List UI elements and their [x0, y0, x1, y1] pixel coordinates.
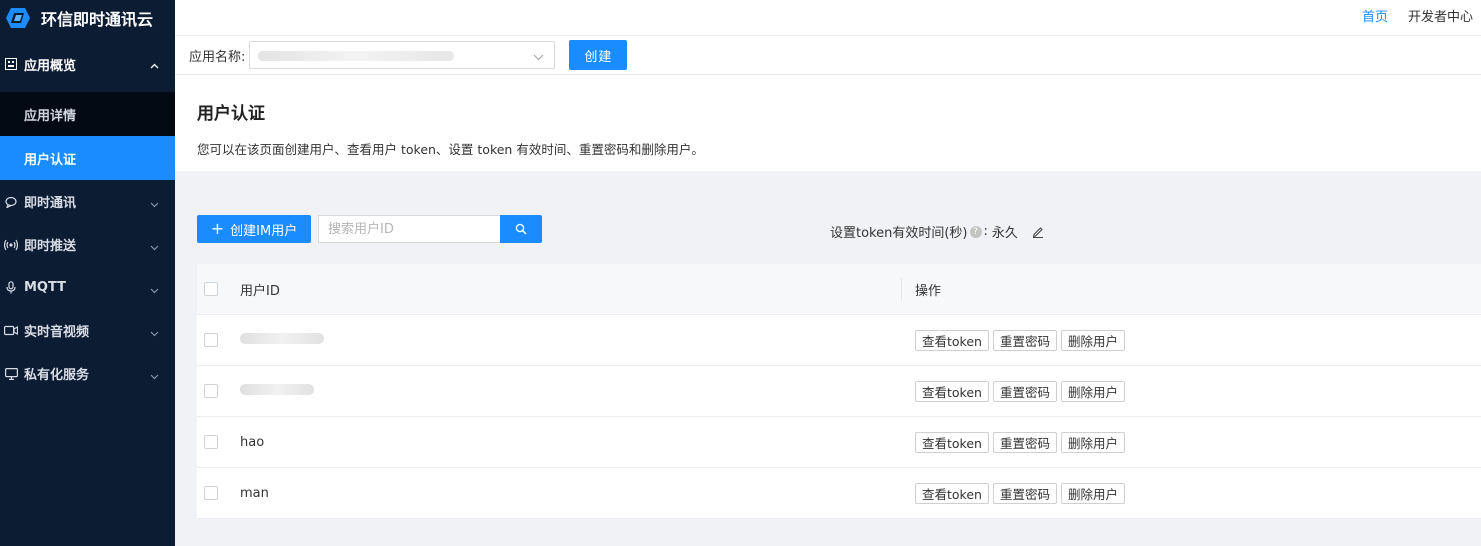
token-expiry-label: 设置token有效时间(秒) — [830, 226, 968, 241]
row-checkbox[interactable] — [204, 486, 218, 500]
plus-icon: + — [210, 219, 225, 238]
search-icon — [515, 223, 527, 235]
view-token-button[interactable]: 查看token — [915, 431, 989, 453]
reset-password-button[interactable]: 重置密码 — [992, 431, 1057, 453]
user-id-cell: man — [240, 485, 269, 501]
select-all-checkbox[interactable] — [204, 282, 218, 296]
video-icon — [4, 324, 18, 338]
brand-name: 环信即时通讯云 — [41, 10, 154, 29]
sidebar-item-label: 即时通讯 — [24, 196, 77, 211]
row-actions: 查看token 重置密码 删除用户 — [915, 329, 1125, 351]
delete-user-button[interactable]: 删除用户 — [1060, 431, 1125, 453]
user-id-cell — [240, 332, 324, 348]
masked-app-name — [258, 51, 455, 61]
broadcast-icon — [4, 238, 18, 252]
sidebar-item-app-details[interactable]: 应用详情 — [0, 92, 175, 136]
table-row: man 查看token 重置密码 删除用户 — [197, 468, 1481, 519]
delete-user-button[interactable]: 删除用户 — [1060, 482, 1125, 504]
user-id-cell: hao — [240, 434, 265, 450]
top-links: 首页 开发者中心 — [1362, 6, 1473, 25]
chat-icon — [4, 195, 18, 209]
table-header: 用户ID 操作 — [197, 264, 1481, 315]
sidebar-item-im[interactable]: 即时通讯 — [0, 180, 175, 223]
create-app-button[interactable]: 创建 — [569, 40, 628, 70]
sidebar-item-label: 实时音视频 — [24, 325, 90, 340]
table-row: 查看token 重置密码 删除用户 — [197, 366, 1481, 417]
token-expiry-colon: : — [983, 224, 988, 239]
sidebar-item-label: 私有化服务 — [24, 368, 90, 383]
users-table: 用户ID 操作 查看token 重置密码 删除用户 查看token 重置密码 删… — [197, 264, 1481, 519]
chevron-up-icon — [150, 58, 159, 73]
table-row: 查看token 重置密码 删除用户 — [197, 315, 1481, 366]
row-checkbox[interactable] — [204, 333, 218, 347]
view-token-button[interactable]: 查看token — [915, 329, 989, 351]
page-title: 用户认证 — [197, 104, 265, 124]
reset-password-button[interactable]: 重置密码 — [992, 380, 1057, 402]
app-name-label: 应用名称: — [189, 49, 246, 65]
sidebar-item-label: 即时推送 — [24, 239, 77, 254]
home-link[interactable]: 首页 — [1362, 6, 1388, 25]
row-actions: 查看token 重置密码 删除用户 — [915, 380, 1125, 402]
brand[interactable]: 环信即时通讯云 — [0, 0, 175, 36]
view-token-button[interactable]: 查看token — [915, 380, 989, 402]
row-actions: 查看token 重置密码 删除用户 — [915, 431, 1125, 453]
sidebar-group-label: 应用概览 — [24, 58, 77, 74]
view-token-button[interactable]: 查看token — [915, 482, 989, 504]
sidebar-item-label: 用户认证 — [24, 152, 77, 168]
token-expiry-value: 永久 — [991, 226, 1018, 241]
create-im-user-button[interactable]: + 创建IM用户 — [197, 215, 311, 243]
sidebar-item-push[interactable]: 即时推送 — [0, 223, 175, 266]
masked-user-id — [240, 332, 324, 344]
app-name-select[interactable] — [249, 41, 556, 69]
token-expiry-setting: 设置token有效时间(秒) ? : 永久 — [830, 222, 1044, 241]
row-checkbox[interactable] — [204, 435, 218, 449]
info-icon[interactable]: ? — [969, 225, 982, 238]
edit-icon[interactable] — [1032, 226, 1044, 238]
sidebar-item-rtc[interactable]: 实时音视频 — [0, 309, 175, 352]
create-im-user-label: 创建IM用户 — [230, 223, 298, 239]
app-bar: 应用名称: 创建 — [175, 36, 1481, 75]
row-actions: 查看token 重置密码 删除用户 — [915, 482, 1125, 504]
column-divider — [901, 278, 902, 300]
sidebar-subitems: 应用详情 用户认证 — [0, 92, 175, 180]
row-checkbox[interactable] — [204, 384, 218, 398]
developer-center-link[interactable]: 开发者中心 — [1408, 6, 1473, 25]
sidebar-item-label: MQTT — [24, 280, 67, 295]
chevron-down-icon — [150, 326, 159, 341]
chevron-down-icon — [150, 197, 159, 212]
delete-user-button[interactable]: 删除用户 — [1060, 380, 1125, 402]
sidebar-item-mqtt[interactable]: MQTT — [0, 266, 175, 309]
user-id-cell — [240, 383, 314, 399]
search-user-id-input[interactable] — [318, 215, 500, 243]
sidebar: 环信即时通讯云 应用概览 应用详情 用户认证 即时通讯 即时推送 MQTT 实时… — [0, 0, 175, 546]
table-row: hao 查看token 重置密码 删除用户 — [197, 417, 1481, 468]
chevron-down-icon — [150, 283, 159, 298]
sidebar-item-private[interactable]: 私有化服务 — [0, 352, 175, 395]
chevron-down-icon — [150, 369, 159, 384]
page-header: 用户认证 您可以在该页面创建用户、查看用户 token、设置 token 有效时… — [175, 75, 1481, 171]
top-bar: 首页 开发者中心 — [175, 0, 1481, 36]
sidebar-item-user-auth[interactable]: 用户认证 — [0, 136, 175, 180]
delete-user-button[interactable]: 删除用户 — [1060, 329, 1125, 351]
header-user-id: 用户ID — [240, 283, 280, 299]
chevron-down-icon — [150, 240, 159, 255]
search-group — [318, 215, 542, 243]
page-description: 您可以在该页面创建用户、查看用户 token、设置 token 有效时间、重置密… — [197, 142, 704, 157]
mic-icon — [4, 281, 18, 295]
sidebar-item-label: 应用详情 — [24, 108, 77, 124]
search-button[interactable] — [500, 215, 542, 243]
brand-logo-icon — [6, 8, 30, 28]
monitor-icon — [4, 367, 18, 381]
header-actions: 操作 — [915, 283, 942, 299]
chevron-down-icon — [533, 50, 544, 65]
reset-password-button[interactable]: 重置密码 — [992, 329, 1057, 351]
toolbar: + 创建IM用户 设置token有效时间(秒) ? : 永久 — [197, 214, 1481, 244]
reset-password-button[interactable]: 重置密码 — [992, 482, 1057, 504]
grid-icon — [4, 57, 18, 71]
sidebar-group-app-overview[interactable]: 应用概览 — [0, 36, 175, 92]
masked-user-id — [240, 383, 314, 395]
